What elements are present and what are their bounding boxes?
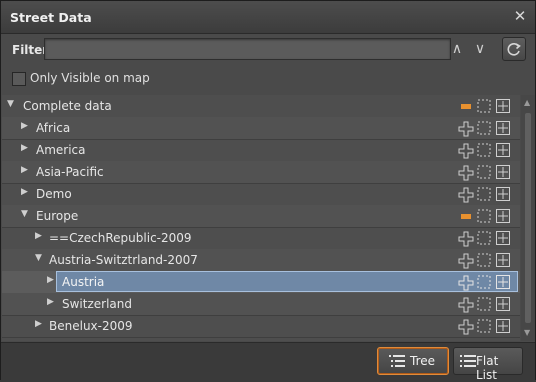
list-tree-icon [389, 355, 405, 367]
tree-row-austria[interactable]: ▶ Austria [2, 271, 520, 294]
selection-highlight [56, 271, 518, 292]
refresh-icon [507, 43, 521, 56]
tree-row-label: Demo [36, 187, 72, 201]
add-box-icon[interactable] [496, 165, 510, 179]
select-dashed-icon[interactable] [477, 231, 491, 245]
tree-row-czechrepublic-2009[interactable]: ▶ ==CzechRepublic-2009 [2, 227, 520, 250]
plus-outline-icon[interactable] [458, 253, 474, 269]
expand-icon[interactable]: ▶ [35, 231, 42, 241]
close-icon[interactable]: ✕ [512, 8, 528, 24]
list-flat-icon [460, 355, 476, 367]
expand-icon[interactable]: ▶ [21, 165, 28, 175]
select-dashed-icon[interactable] [477, 187, 491, 201]
scrollbar-thumb[interactable] [525, 113, 531, 323]
tree-row-label: Africa [36, 121, 71, 135]
select-dashed-icon[interactable] [477, 297, 491, 311]
add-box-icon[interactable] [496, 187, 510, 201]
collapse-icon[interactable]: ▼ [35, 253, 42, 263]
collapse-icon[interactable]: ▼ [7, 99, 14, 109]
tree-row-label: ==CzechRepublic-2009 [49, 231, 192, 245]
plus-outline-icon[interactable] [458, 319, 474, 335]
tree-row-label: Austria-Switztrland-2007 [49, 253, 198, 267]
tree-scrollbar[interactable]: ▲ ▼ [521, 95, 535, 341]
tree-row-label: Austria [62, 275, 105, 289]
visible-only-label: Only Visible on map [30, 71, 150, 85]
data-tree: ▼ Complete data ▶ Africa ▶ America ▶ Asi… [2, 95, 520, 341]
visible-only-checkbox[interactable] [12, 72, 26, 86]
filter-input[interactable] [44, 38, 451, 60]
plus-outline-icon[interactable] [458, 297, 474, 313]
flat-list-label: Flat List [476, 354, 499, 382]
select-dashed-icon[interactable] [477, 253, 491, 267]
tree-row-complete-data[interactable]: ▼ Complete data [2, 95, 520, 118]
tree-row-africa[interactable]: ▶ Africa [2, 117, 520, 140]
select-dashed-icon[interactable] [477, 165, 491, 179]
flat-list-button[interactable]: Flat List [453, 347, 523, 382]
plus-outline-icon[interactable] [458, 165, 474, 181]
add-box-icon[interactable] [496, 275, 510, 289]
expand-icon[interactable]: ▶ [21, 143, 28, 153]
select-dashed-icon[interactable] [477, 209, 491, 223]
add-box-icon[interactable] [496, 319, 510, 333]
add-box-icon[interactable] [496, 209, 510, 223]
window-title: Street Data [10, 10, 92, 25]
tree-row-label: Switzerland [62, 297, 132, 311]
expand-icon[interactable]: ▶ [21, 121, 28, 131]
tree-row-benelux-2009[interactable]: ▶ Benelux-2009 [2, 315, 520, 338]
plus-outline-icon[interactable] [458, 143, 474, 159]
expand-icon[interactable]: ▶ [35, 319, 42, 329]
filter-label: Filter [12, 43, 49, 57]
minus-icon[interactable] [459, 99, 473, 113]
tree-view-label: Tree [410, 354, 436, 368]
add-box-icon[interactable] [496, 143, 510, 157]
add-box-icon[interactable] [496, 121, 510, 135]
select-dashed-icon[interactable] [477, 121, 491, 135]
add-box-icon[interactable] [496, 253, 510, 267]
plus-outline-icon[interactable] [458, 275, 474, 291]
refresh-button[interactable] [502, 37, 526, 61]
scroll-up-icon[interactable]: ▲ [524, 98, 530, 107]
tree-row-label: Europe [36, 209, 79, 223]
filter-next-icon[interactable]: ∨ [471, 38, 489, 60]
tree-row-label: Complete data [23, 99, 112, 113]
plus-outline-icon[interactable] [458, 231, 474, 247]
expand-icon[interactable]: ▶ [47, 275, 54, 285]
tree-row-switzerland[interactable]: ▶ Switzerland [2, 293, 520, 316]
select-dashed-icon[interactable] [477, 99, 491, 113]
tree-view-button[interactable]: Tree [377, 347, 449, 375]
title-bar: Street Data ✕ [1, 1, 535, 34]
scroll-down-icon[interactable]: ▼ [524, 328, 530, 337]
tree-row-america[interactable]: ▶ America [2, 139, 520, 162]
expand-icon[interactable]: ▶ [47, 297, 54, 307]
tree-row-demo[interactable]: ▶ Demo [2, 183, 520, 206]
tree-row-label: America [36, 143, 86, 157]
select-dashed-icon[interactable] [477, 319, 491, 333]
filter-previous-icon[interactable]: ∧ [448, 38, 466, 60]
tree-row-asia-pacific[interactable]: ▶ Asia-Pacific [2, 161, 520, 184]
tree-row-label: Benelux-2009 [49, 319, 133, 333]
plus-outline-icon[interactable] [458, 121, 474, 137]
add-box-icon[interactable] [496, 231, 510, 245]
tree-row-label: Asia-Pacific [36, 165, 104, 179]
expand-icon[interactable]: ▶ [21, 187, 28, 197]
minus-icon[interactable] [459, 209, 473, 223]
select-dashed-icon[interactable] [477, 143, 491, 157]
add-box-icon[interactable] [496, 297, 510, 311]
add-box-icon[interactable] [496, 99, 510, 113]
plus-outline-icon[interactable] [458, 187, 474, 203]
tree-row-europe[interactable]: ▼ Europe [2, 205, 520, 228]
select-dashed-icon[interactable] [477, 275, 491, 289]
tree-row-austria-switztrland-2007[interactable]: ▼ Austria-Switztrland-2007 [2, 249, 520, 272]
street-data-window: Street Data ✕ Filter ∧ ∨ Only Visible on… [0, 0, 536, 382]
collapse-icon[interactable]: ▼ [21, 209, 28, 219]
